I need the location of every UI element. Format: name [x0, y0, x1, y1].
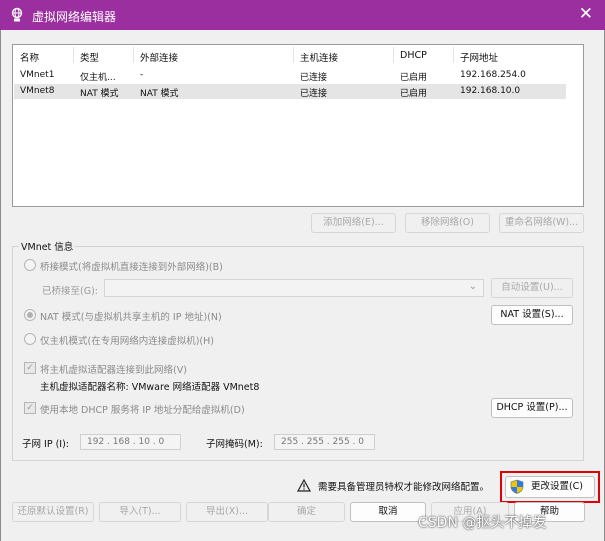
cell-external: NAT 模式 [140, 89, 179, 99]
bridged-to-label: 已桥接至(G): [42, 286, 98, 297]
table-row[interactable]: VMnet8 NAT 模式 NAT 模式 已连接 已启用 192.168.10.… [14, 84, 566, 99]
ok-button[interactable]: 确定 [268, 502, 345, 522]
cell-subnet: 192.168.254.0 [460, 70, 526, 80]
network-list[interactable]: 名称 类型 外部连接 主机连接 DHCP 子网地址 VMnet1 仅主机... … [12, 44, 584, 207]
export-button[interactable]: 导出(X)... [186, 502, 268, 522]
nat-settings-button[interactable]: NAT 设置(S)... [491, 305, 573, 325]
cell-host: 已连接 [300, 73, 328, 83]
remove-network-button[interactable]: 移除网络(O) [405, 213, 490, 233]
add-network-button[interactable]: 添加网络(E)... [311, 213, 396, 233]
network-list-header: 名称 类型 外部连接 主机连接 DHCP 子网地址 [13, 45, 583, 65]
dhcp-settings-button[interactable]: DHCP 设置(P)... [491, 398, 573, 418]
host-only-radio[interactable] [24, 333, 36, 345]
cell-name: VMnet8 [20, 86, 55, 96]
host-only-label: 仅主机模式(在专用网络内连接虚拟机)(H) [40, 336, 214, 347]
column-header-type[interactable]: 类型 [80, 50, 99, 64]
network-editor-icon [11, 7, 23, 22]
warning-icon [297, 479, 311, 492]
subnet-ip-input[interactable]: 192 . 168 . 10 . 0 [80, 434, 181, 450]
subnet-mask-input[interactable]: 255 . 255 . 255 . 0 [274, 434, 375, 450]
close-icon[interactable]: ✕ [579, 4, 593, 24]
csdn-watermark: CSDN @抠头不掉发 [418, 515, 547, 531]
column-divider [393, 47, 394, 63]
column-divider [133, 47, 134, 63]
window-title: 虚拟网络编辑器 [32, 10, 117, 24]
cell-name: VMnet1 [20, 70, 55, 80]
column-divider [73, 47, 74, 63]
column-divider [453, 47, 454, 63]
vmnet-info-legend: VMnet 信息 [19, 239, 76, 253]
use-dhcp-checkbox[interactable]: ✓ [24, 402, 36, 414]
bridged-mode-label: 桥接模式(将虚拟机直接连接到外部网络)(B) [40, 262, 223, 273]
cancel-button[interactable]: 取消 [350, 502, 426, 522]
subnet-ip-label: 子网 IP (I): [22, 439, 69, 450]
cell-external: - [140, 70, 144, 80]
table-row[interactable]: VMnet1 仅主机... - 已连接 已启用 192.168.254.0 [14, 68, 566, 83]
cell-host: 已连接 [300, 89, 328, 99]
bridged-to-select[interactable]: ⌄ [104, 279, 484, 297]
bridged-mode-radio[interactable] [24, 259, 36, 271]
chevron-down-icon: ⌄ [468, 281, 477, 292]
import-button[interactable]: 导入(T)... [99, 502, 181, 522]
connect-adapter-label: 将主机虚拟适配器连接到此网络(V) [40, 365, 187, 376]
admin-notice-text: 需要具备管理员特权才能修改网络配置。 [318, 482, 490, 493]
column-divider [293, 47, 294, 63]
auto-settings-button[interactable]: 自动设置(U)... [491, 278, 573, 298]
column-header-subnet[interactable]: 子网地址 [460, 50, 498, 64]
column-header-dhcp[interactable]: DHCP [400, 50, 427, 62]
column-header-external[interactable]: 外部连接 [140, 50, 178, 64]
restore-defaults-button[interactable]: 还原默认设置(R) [12, 502, 94, 522]
change-settings-label: 更改设置(C) [530, 481, 584, 492]
use-dhcp-label: 使用本地 DHCP 服务将 IP 地址分配给虚拟机(D) [40, 405, 245, 416]
column-header-host[interactable]: 主机连接 [300, 50, 338, 64]
rename-network-button[interactable]: 重命名网络(W)... [499, 213, 584, 233]
title-bar: 虚拟网络编辑器 ✕ [0, 0, 605, 30]
cell-type: NAT 模式 [80, 89, 119, 99]
adapter-name-text: 主机虚拟适配器名称: VMware 网络适配器 VMnet8 [40, 382, 260, 393]
connect-adapter-checkbox[interactable]: ✓ [24, 362, 36, 374]
nat-mode-radio[interactable] [24, 309, 36, 321]
column-header-name[interactable]: 名称 [20, 50, 39, 64]
cell-dhcp: 已启用 [400, 73, 428, 83]
cell-subnet: 192.168.10.0 [460, 86, 521, 96]
nat-mode-label: NAT 模式(与虚拟机共享主机的 IP 地址)(N) [40, 312, 222, 323]
subnet-mask-label: 子网掩码(M): [206, 439, 263, 450]
cell-dhcp: 已启用 [400, 89, 428, 99]
cell-type: 仅主机... [80, 73, 116, 83]
shield-icon [510, 479, 524, 494]
